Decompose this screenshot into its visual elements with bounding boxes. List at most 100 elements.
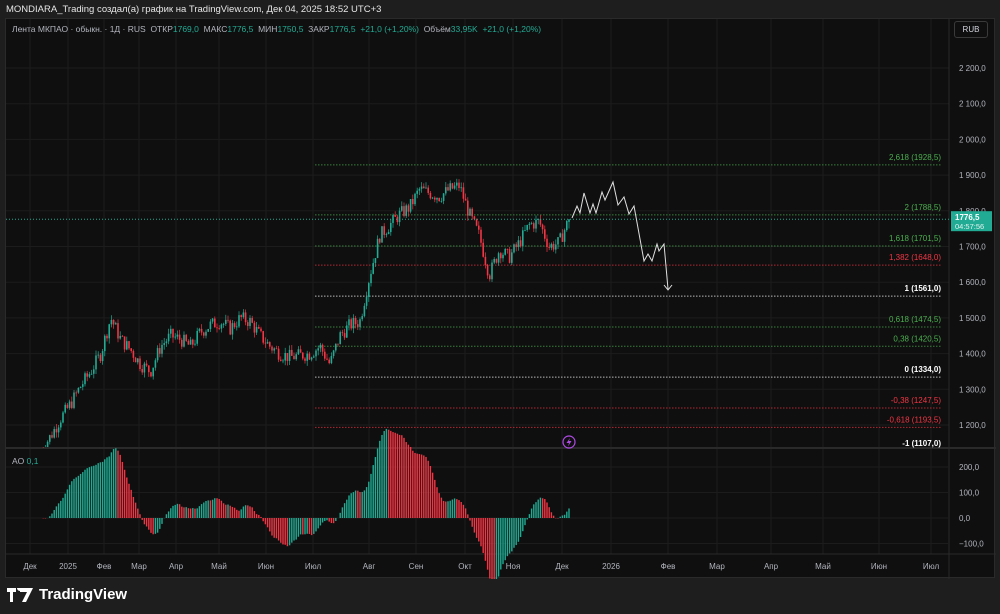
ao-bar <box>75 477 77 518</box>
candle-body <box>266 342 269 344</box>
candle-body <box>480 229 482 243</box>
candle-body <box>165 341 168 344</box>
time-axis-label: Окт <box>458 562 472 571</box>
candle-body <box>330 356 333 364</box>
ao-bar <box>495 518 498 579</box>
ao-bar <box>390 430 392 518</box>
ao-bar <box>313 518 315 534</box>
ao-bar <box>304 518 306 535</box>
ao-bar <box>550 512 553 518</box>
candle-body <box>64 404 66 413</box>
symbol-name[interactable]: Лента МКПАО · обыкн. · 1Д · RUS <box>12 24 146 34</box>
candle-body <box>273 348 275 351</box>
ao-bar <box>170 508 172 518</box>
candle-body <box>119 335 121 339</box>
candle-body <box>552 243 555 250</box>
candle-body <box>530 223 533 225</box>
ao-bar <box>277 518 280 541</box>
candle-body <box>238 315 240 327</box>
ao-bar <box>71 481 73 518</box>
ao-bar <box>104 459 106 518</box>
candle-body <box>277 348 280 360</box>
candle-body <box>484 256 487 265</box>
time-axis-label: Мар <box>131 562 147 571</box>
candle-body <box>434 197 436 200</box>
ao-bar <box>79 473 82 518</box>
candle-body <box>354 317 357 325</box>
candle-body <box>423 186 425 189</box>
change-value: +21,0 (+1,20%) <box>360 24 419 34</box>
candle-body <box>515 244 517 248</box>
ao-bar <box>447 501 449 518</box>
ao-bar <box>387 429 390 518</box>
candle-body <box>359 319 361 327</box>
candle-body <box>280 359 282 361</box>
candle-body <box>370 273 372 284</box>
ao-bar <box>427 460 429 518</box>
ao-bar <box>370 473 372 518</box>
candle-body <box>154 360 157 368</box>
price-axis-label: 1 300,0 <box>959 385 986 394</box>
price-chart[interactable]: 2 200,02 100,02 000,01 900,01 800,01 700… <box>6 19 996 579</box>
candle-body <box>260 328 262 332</box>
ao-bar <box>500 518 502 570</box>
time-axis-label: Июн <box>258 562 274 571</box>
time-axis-label: Сен <box>409 562 424 571</box>
candle-body <box>187 340 190 345</box>
time-axis-label: Дек <box>23 562 37 571</box>
ao-bar <box>132 496 135 518</box>
candle-body <box>535 219 537 229</box>
candle-body <box>275 348 278 350</box>
ao-bar <box>379 440 381 518</box>
candle-body <box>348 319 350 326</box>
candle-body <box>163 343 165 345</box>
ao-bar <box>431 472 434 518</box>
candle-body <box>405 205 407 216</box>
ao-bar <box>192 508 194 518</box>
ao-bar <box>62 497 64 518</box>
candle-body <box>159 348 161 354</box>
candle-body <box>559 233 561 238</box>
candle-body <box>478 225 480 230</box>
candle-body <box>198 328 201 331</box>
ao-bar <box>139 514 141 518</box>
ao-bar <box>123 469 126 518</box>
candle-body <box>357 324 359 327</box>
ao-axis-label: 100,0 <box>959 489 980 498</box>
candle-body <box>427 187 429 193</box>
candle-body <box>93 369 95 374</box>
ao-bar <box>95 464 97 518</box>
time-axis-label: Май <box>815 562 831 571</box>
ao-bar <box>559 516 561 518</box>
ao-bar <box>319 518 322 526</box>
currency-button[interactable]: RUB <box>954 21 988 38</box>
candle-body <box>236 326 238 328</box>
ao-bar <box>185 507 187 518</box>
ao-bar <box>361 491 363 518</box>
ao-bar <box>253 511 256 518</box>
candle-body <box>548 247 550 248</box>
chart-frame[interactable]: 2 200,02 100,02 000,01 900,01 800,01 700… <box>5 18 996 579</box>
candle-body <box>60 422 62 428</box>
ao-label[interactable]: AO <box>12 456 24 466</box>
lightning-icon <box>562 435 576 449</box>
ao-bar <box>515 518 517 546</box>
ao-bar <box>339 512 341 518</box>
candle-body <box>156 348 159 361</box>
candle-body <box>519 240 522 247</box>
ao-bar <box>187 508 190 518</box>
fib-level-label: -0,38 (1247,5) <box>891 396 942 405</box>
candle-body <box>178 334 181 340</box>
ao-bar <box>244 505 247 518</box>
fib-level-label: 1,618 (1701,5) <box>889 234 941 243</box>
ao-bar <box>90 466 93 518</box>
fib-level-label: -0,618 (1193,5) <box>887 415 941 424</box>
ao-bar <box>326 518 328 521</box>
ao-bar <box>97 463 99 518</box>
tradingview-logo[interactable]: TradingView <box>7 586 127 603</box>
candle-body <box>121 335 124 337</box>
candle-body <box>123 336 126 350</box>
candle-body <box>57 427 60 433</box>
ao-bar <box>214 498 216 518</box>
candle-body <box>324 351 326 359</box>
